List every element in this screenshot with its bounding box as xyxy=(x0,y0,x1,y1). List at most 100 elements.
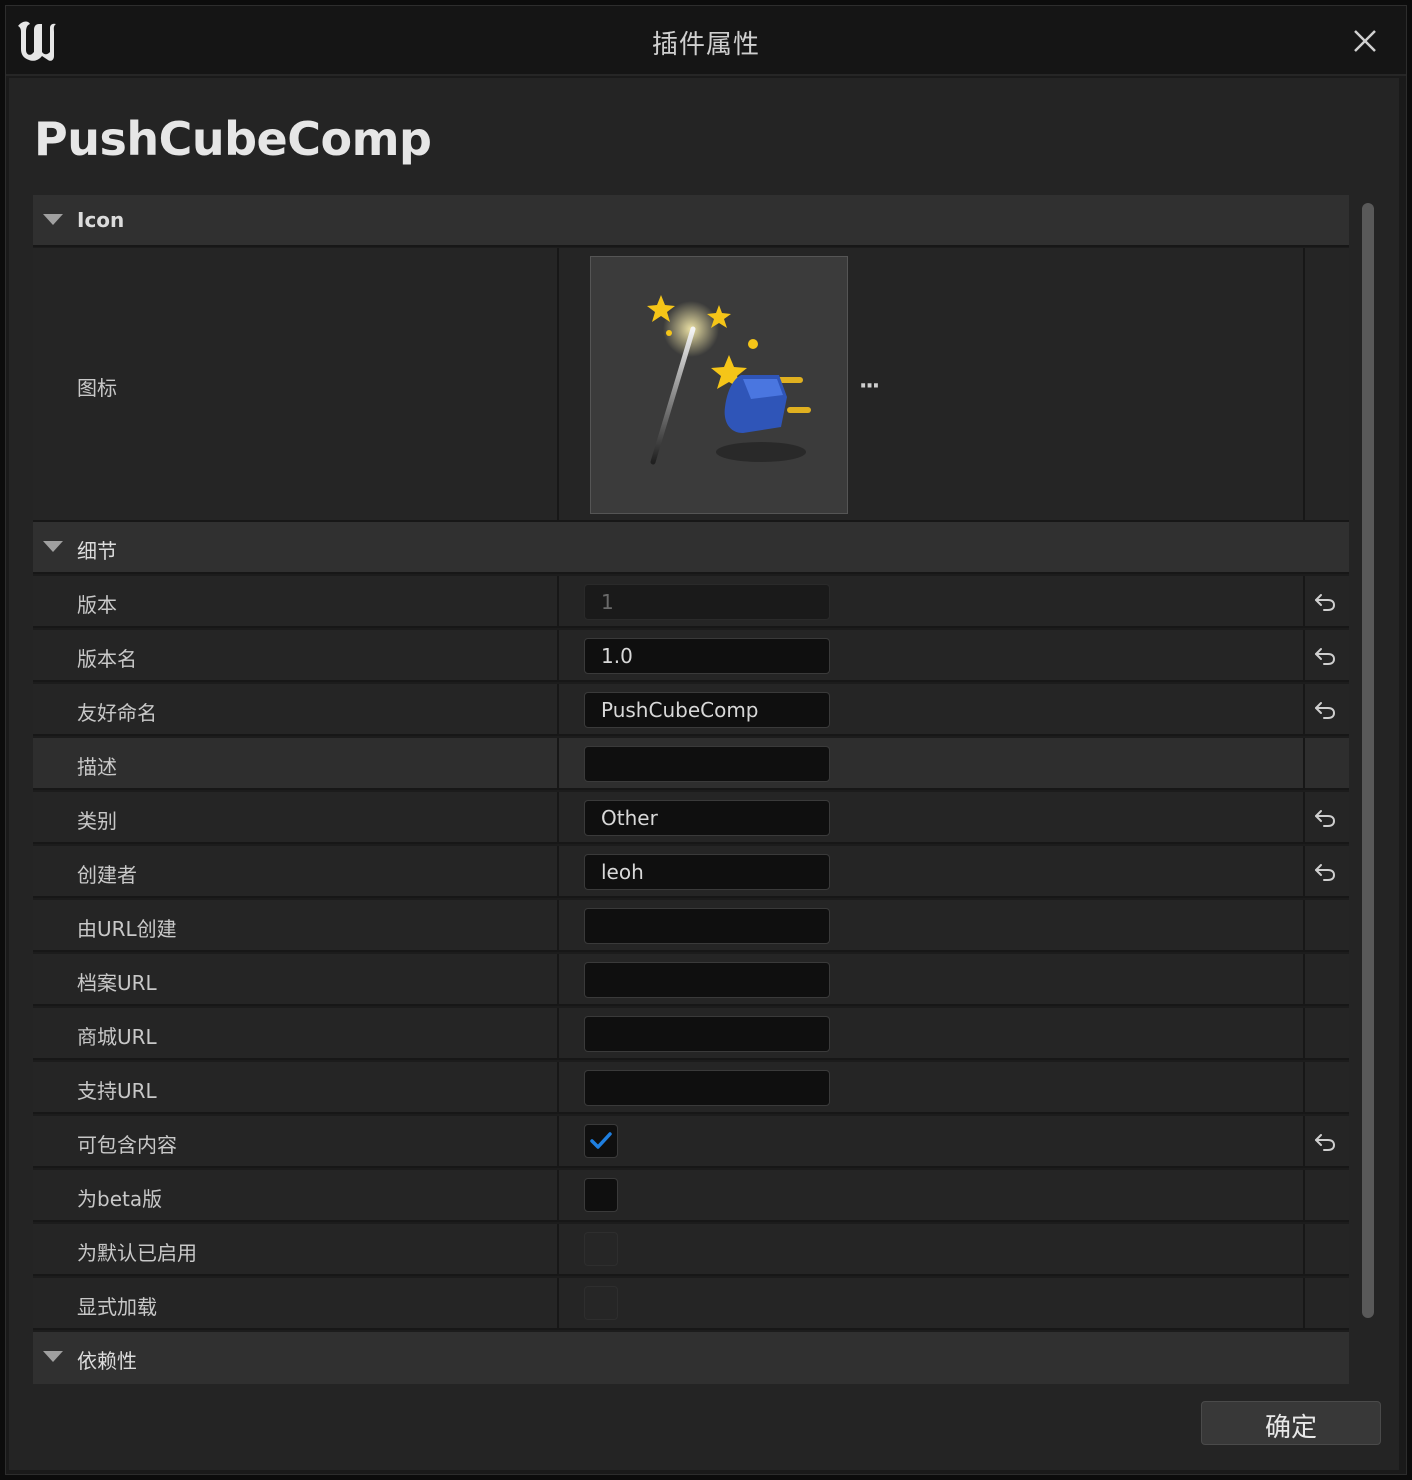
property-label: 友好命名 xyxy=(77,701,157,725)
property-label: 商城URL xyxy=(77,1025,157,1049)
property-row: 版本 1 xyxy=(33,576,1349,628)
column-divider xyxy=(557,1062,559,1112)
property-row: 由URL创建 xyxy=(33,900,1349,952)
collapse-triangle-icon xyxy=(43,541,63,552)
property-text-field[interactable]: 1.0 xyxy=(584,638,830,674)
column-divider xyxy=(557,954,559,1004)
property-text-field[interactable]: PushCubeComp xyxy=(584,692,830,728)
vertical-scrollbar[interactable] xyxy=(1362,203,1374,1318)
category-dependencies[interactable]: 依赖性 xyxy=(33,1332,1349,1384)
property-label: 由URL创建 xyxy=(77,917,177,941)
reset-to-default-icon[interactable] xyxy=(1313,697,1337,721)
property-row: 描述 xyxy=(33,738,1349,790)
column-divider xyxy=(1303,954,1305,1004)
property-label: 为默认已启用 xyxy=(77,1241,197,1265)
column-divider xyxy=(557,1170,559,1220)
reset-to-default-icon[interactable] xyxy=(1313,1129,1337,1153)
column-divider xyxy=(557,248,559,520)
column-divider xyxy=(1303,1224,1305,1274)
column-divider xyxy=(1303,1170,1305,1220)
column-divider xyxy=(557,630,559,680)
property-label: 档案URL xyxy=(77,971,157,995)
category-label: 依赖性 xyxy=(77,1349,137,1373)
column-divider xyxy=(557,576,559,626)
column-divider xyxy=(1303,684,1305,734)
property-checkbox[interactable] xyxy=(584,1124,618,1158)
category-label: 细节 xyxy=(77,539,117,563)
plugin-properties-window: 插件属性 PushCubeComp Icon 图标 ··· 细节 版本 1 版本… xyxy=(5,5,1407,1475)
plugin-name-heading: PushCubeComp xyxy=(34,112,432,166)
property-label: 版本名 xyxy=(77,647,137,671)
property-label: 创建者 xyxy=(77,863,137,887)
plugin-icon-thumbnail[interactable] xyxy=(590,256,848,514)
property-row: 可包含内容 xyxy=(33,1116,1349,1168)
property-text-field[interactable]: Other xyxy=(584,800,830,836)
property-row: 商城URL xyxy=(33,1008,1349,1060)
property-text-field[interactable] xyxy=(584,962,830,998)
property-label: 显式加载 xyxy=(77,1295,157,1319)
window-title: 插件属性 xyxy=(651,30,760,60)
category-label: Icon xyxy=(77,208,125,232)
column-divider xyxy=(557,684,559,734)
more-options-button[interactable]: ··· xyxy=(859,374,880,399)
reset-to-default-icon[interactable] xyxy=(1313,643,1337,667)
property-row: 创建者 leoh xyxy=(33,846,1349,898)
close-icon[interactable] xyxy=(1352,28,1378,54)
property-text-field[interactable]: leoh xyxy=(584,854,830,890)
category-details[interactable]: 细节 xyxy=(33,522,1349,574)
column-divider xyxy=(557,846,559,896)
reset-to-default-icon[interactable] xyxy=(1313,589,1337,613)
property-row: 显式加载 xyxy=(33,1278,1349,1330)
details-panel: Icon 图标 ··· 细节 版本 1 版本名 1.0 友好命名 PushCub… xyxy=(33,195,1349,1384)
property-label: 类别 xyxy=(77,809,117,833)
property-label: 图标 xyxy=(77,376,117,400)
property-label: 支持URL xyxy=(77,1079,157,1103)
reset-to-default-icon[interactable] xyxy=(1313,805,1337,829)
column-divider xyxy=(557,738,559,788)
property-checkbox xyxy=(584,1232,618,1266)
reset-to-default-icon[interactable] xyxy=(1313,859,1337,883)
column-divider xyxy=(1303,576,1305,626)
column-divider xyxy=(557,792,559,842)
column-divider xyxy=(1303,1278,1305,1328)
property-text-field: 1 xyxy=(584,584,830,620)
column-divider xyxy=(1303,900,1305,950)
magic-wand-plugin-icon xyxy=(647,295,811,465)
column-divider xyxy=(557,1116,559,1166)
property-row: 为beta版 xyxy=(33,1170,1349,1222)
property-row: 友好命名 PushCubeComp xyxy=(33,684,1349,736)
column-divider xyxy=(1303,1008,1305,1058)
property-label: 为beta版 xyxy=(77,1187,163,1211)
column-divider xyxy=(1303,738,1305,788)
title-bar[interactable]: 插件属性 xyxy=(6,6,1406,76)
column-divider xyxy=(557,1008,559,1058)
property-text-field[interactable] xyxy=(584,908,830,944)
column-divider xyxy=(1303,1062,1305,1112)
ok-button[interactable]: 确定 xyxy=(1201,1401,1381,1445)
property-checkbox xyxy=(584,1286,618,1320)
property-label: 描述 xyxy=(77,755,117,779)
property-row: 支持URL xyxy=(33,1062,1349,1114)
checkmark-icon xyxy=(590,1132,612,1149)
column-divider xyxy=(557,1278,559,1328)
column-divider xyxy=(557,1224,559,1274)
property-row: 版本名 1.0 xyxy=(33,630,1349,682)
property-text-field[interactable] xyxy=(584,1016,830,1052)
column-divider xyxy=(1303,1116,1305,1166)
dialog-content: PushCubeComp Icon 图标 ··· 细节 版本 1 版本名 1.0… xyxy=(9,78,1399,1470)
property-text-field[interactable] xyxy=(584,746,830,782)
property-text-field[interactable] xyxy=(584,1070,830,1106)
column-divider xyxy=(1303,248,1305,520)
category-icon[interactable]: Icon xyxy=(33,195,1349,247)
property-row: 类别 Other xyxy=(33,792,1349,844)
column-divider xyxy=(1303,792,1305,842)
property-checkbox[interactable] xyxy=(584,1178,618,1212)
property-label: 版本 xyxy=(77,593,117,617)
property-row-icon: 图标 ··· xyxy=(33,248,1349,522)
property-row: 为默认已启用 xyxy=(33,1224,1349,1276)
column-divider xyxy=(557,900,559,950)
property-row: 档案URL xyxy=(33,954,1349,1006)
collapse-triangle-icon xyxy=(43,214,63,225)
column-divider xyxy=(1303,846,1305,896)
column-divider xyxy=(1303,630,1305,680)
